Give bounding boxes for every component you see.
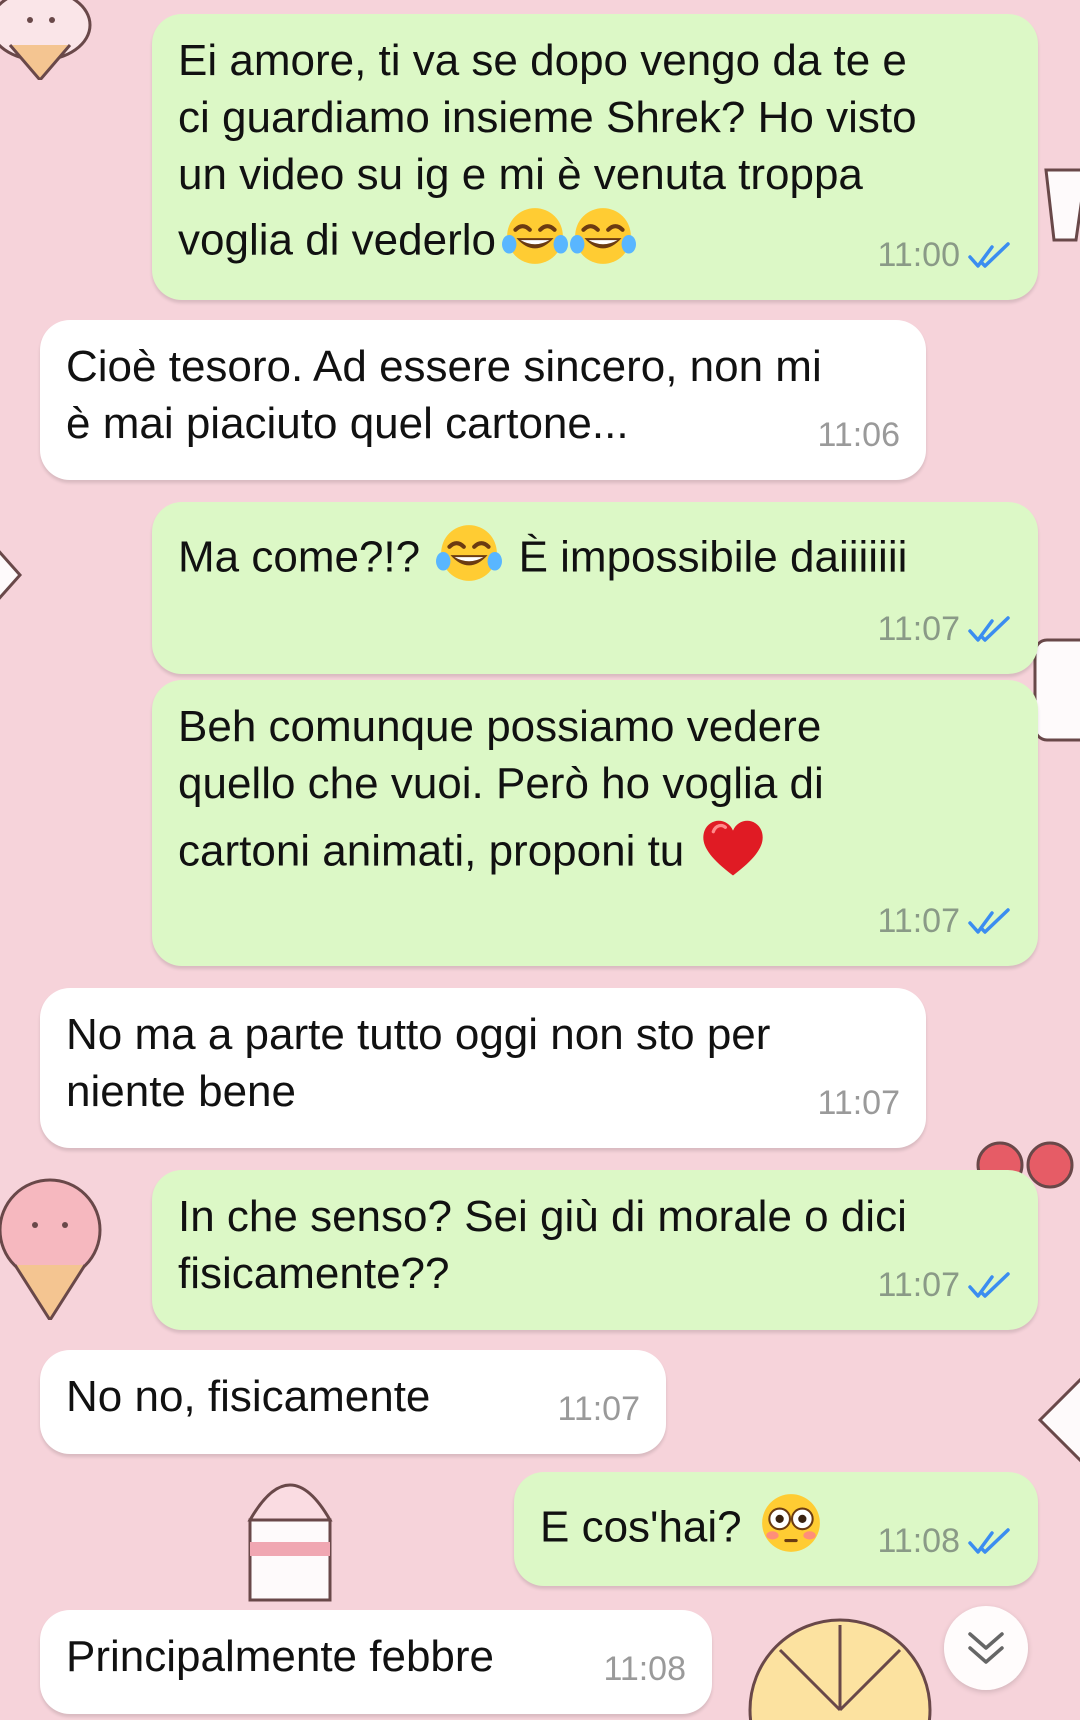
message-meta: 11:08 bbox=[603, 1641, 686, 1698]
message-time: 11:08 bbox=[877, 1522, 960, 1560]
message-time: 11:07 bbox=[557, 1390, 640, 1428]
outgoing-message[interactable]: Ei amore, ti va se dopo vengo da te e ci… bbox=[152, 14, 1038, 300]
message-meta: 11:07 bbox=[877, 1257, 1012, 1314]
outgoing-message[interactable]: Beh comunque possiamo vedere quello che … bbox=[152, 680, 1038, 966]
read-receipt-icon bbox=[968, 1528, 1012, 1556]
message-meta: 11:06 bbox=[817, 407, 900, 464]
heart-emoji bbox=[698, 812, 768, 896]
outgoing-message[interactable]: In che senso? Sei giù di morale o dici f… bbox=[152, 1170, 1038, 1330]
read-receipt-icon bbox=[968, 242, 1012, 270]
incoming-message[interactable]: Principalmente febbre 11:08 bbox=[40, 1610, 712, 1714]
message-meta: 11:07 bbox=[557, 1381, 640, 1438]
message-time: 11:07 bbox=[877, 610, 960, 648]
message-text: No ma a parte tutto oggi non sto per nie… bbox=[66, 1010, 771, 1116]
incoming-message[interactable]: No ma a parte tutto oggi non sto per nie… bbox=[40, 988, 926, 1148]
message-meta: 11:00 bbox=[877, 227, 1012, 284]
laugh-emoji bbox=[502, 203, 568, 283]
message-meta: 11:07 bbox=[877, 601, 1012, 658]
laugh-emoji bbox=[570, 203, 636, 283]
outgoing-message[interactable]: Ma come?!? È impossibile daiiiiiii 11:07 bbox=[152, 502, 1038, 674]
read-receipt-icon bbox=[968, 616, 1012, 644]
message-time: 11:07 bbox=[877, 902, 960, 940]
flushed-emoji bbox=[758, 1490, 824, 1570]
chat-thread[interactable]: Ei amore, ti va se dopo vengo da te e ci… bbox=[0, 0, 1080, 1720]
read-receipt-icon bbox=[968, 908, 1012, 936]
message-meta: 11:07 bbox=[817, 1075, 900, 1132]
incoming-message[interactable]: No no, fisicamente 11:07 bbox=[40, 1350, 666, 1454]
message-time: 11:07 bbox=[877, 1266, 960, 1304]
incoming-message[interactable]: Cioè tesoro. Ad essere sincero, non mi è… bbox=[40, 320, 926, 480]
outgoing-message[interactable]: E cos'hai? 11:08 bbox=[514, 1472, 1038, 1586]
message-time: 11:06 bbox=[817, 416, 900, 454]
read-receipt-icon bbox=[968, 1272, 1012, 1300]
message-time: 11:08 bbox=[603, 1650, 686, 1688]
message-meta: 11:08 bbox=[877, 1513, 1012, 1570]
message-text: Principalmente febbre bbox=[66, 1632, 495, 1681]
message-time: 11:07 bbox=[817, 1084, 900, 1122]
message-time: 11:00 bbox=[877, 236, 960, 274]
message-meta: 11:07 bbox=[877, 893, 1012, 950]
message-text: Cioè tesoro. Ad essere sincero, non mi è… bbox=[66, 342, 822, 448]
scroll-to-bottom-button[interactable] bbox=[944, 1606, 1028, 1690]
message-text: Ma come?!? È impossibile daiiiiiii bbox=[178, 520, 1008, 600]
message-text: No no, fisicamente bbox=[66, 1372, 431, 1421]
message-text: Beh comunque possiamo vedere quello che … bbox=[178, 698, 1008, 896]
double-chevron-down-icon bbox=[968, 1632, 1004, 1664]
laugh-emoji bbox=[436, 520, 502, 600]
